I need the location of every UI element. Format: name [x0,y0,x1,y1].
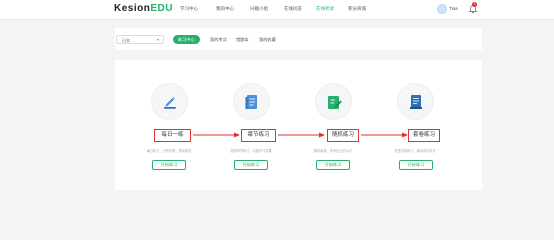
site-logo[interactable]: KesionEDU [114,3,173,14]
user-name[interactable]: Tina [449,6,458,11]
practice-description: 随机组卷，考考自己的水平 [313,149,353,153]
nav-item-interest-groups[interactable]: 兴趣小组 [250,6,268,12]
logo-accent: EDU [150,3,173,14]
tab-wrong-questions[interactable]: 错题本 [236,35,249,44]
nav-item-learning-center[interactable]: 学习中心 [180,6,198,12]
practice-title: 章节练习 [241,129,276,142]
nav-item-online-exam[interactable]: 在线考试 [316,6,334,12]
practice-icon-wrapper [397,83,434,120]
practice-icon-wrapper [315,83,352,120]
top-navigation-bar: KesionEDU 学习中心 我的中心 兴趣小组 在线问答 在线考试 积分商城 … [0,0,554,20]
paper-icon [410,95,422,109]
logo-main: Kesion [114,3,151,14]
tab-my-exams[interactable]: 我的考试 [210,35,227,44]
practice-title: 每日一练 [154,129,191,142]
nav-item-points-mall[interactable]: 积分商城 [348,6,366,12]
practice-description: 每日练习，日积月累，提高成绩 [146,149,192,153]
start-daily-practice-button[interactable]: 开始练习 [152,160,186,170]
start-full-paper-practice-button[interactable]: 开始练习 [399,160,433,170]
practice-description: 完整试卷练习，模拟真实考试 [394,149,436,153]
practice-icon-wrapper [233,83,270,120]
start-random-practice-button[interactable]: 开始练习 [316,160,350,170]
start-chapter-practice-button[interactable]: 开始练习 [234,160,268,170]
filter-panel [115,28,482,50]
practice-title: 套卷练习 [408,129,440,142]
practice-title: 随机练习 [327,129,359,142]
notification-badge: 3 [472,2,477,7]
edit-icon [328,96,342,109]
chevron-down-icon: ▾ [156,37,159,42]
nav-item-qa[interactable]: 在线问答 [284,6,302,12]
subject-select-value: 日本 [122,37,130,43]
practice-icon-wrapper [151,83,188,120]
tab-my-favorites[interactable]: 我的收藏 [259,35,276,44]
book-icon [245,95,257,109]
subject-select[interactable]: 日本 ▾ [116,35,164,44]
user-avatar[interactable] [437,4,447,14]
pen-icon [164,97,176,109]
tab-practice-center[interactable]: 练习中心 [173,35,200,44]
nav-item-my-center[interactable]: 我的中心 [216,6,234,12]
arrow-right-icon [193,132,240,138]
practice-description: 按照章节练习，巩固学习成果 [230,149,272,153]
practice-panel [115,60,482,190]
arrow-right-icon [278,132,325,138]
arrow-right-icon [361,132,408,138]
